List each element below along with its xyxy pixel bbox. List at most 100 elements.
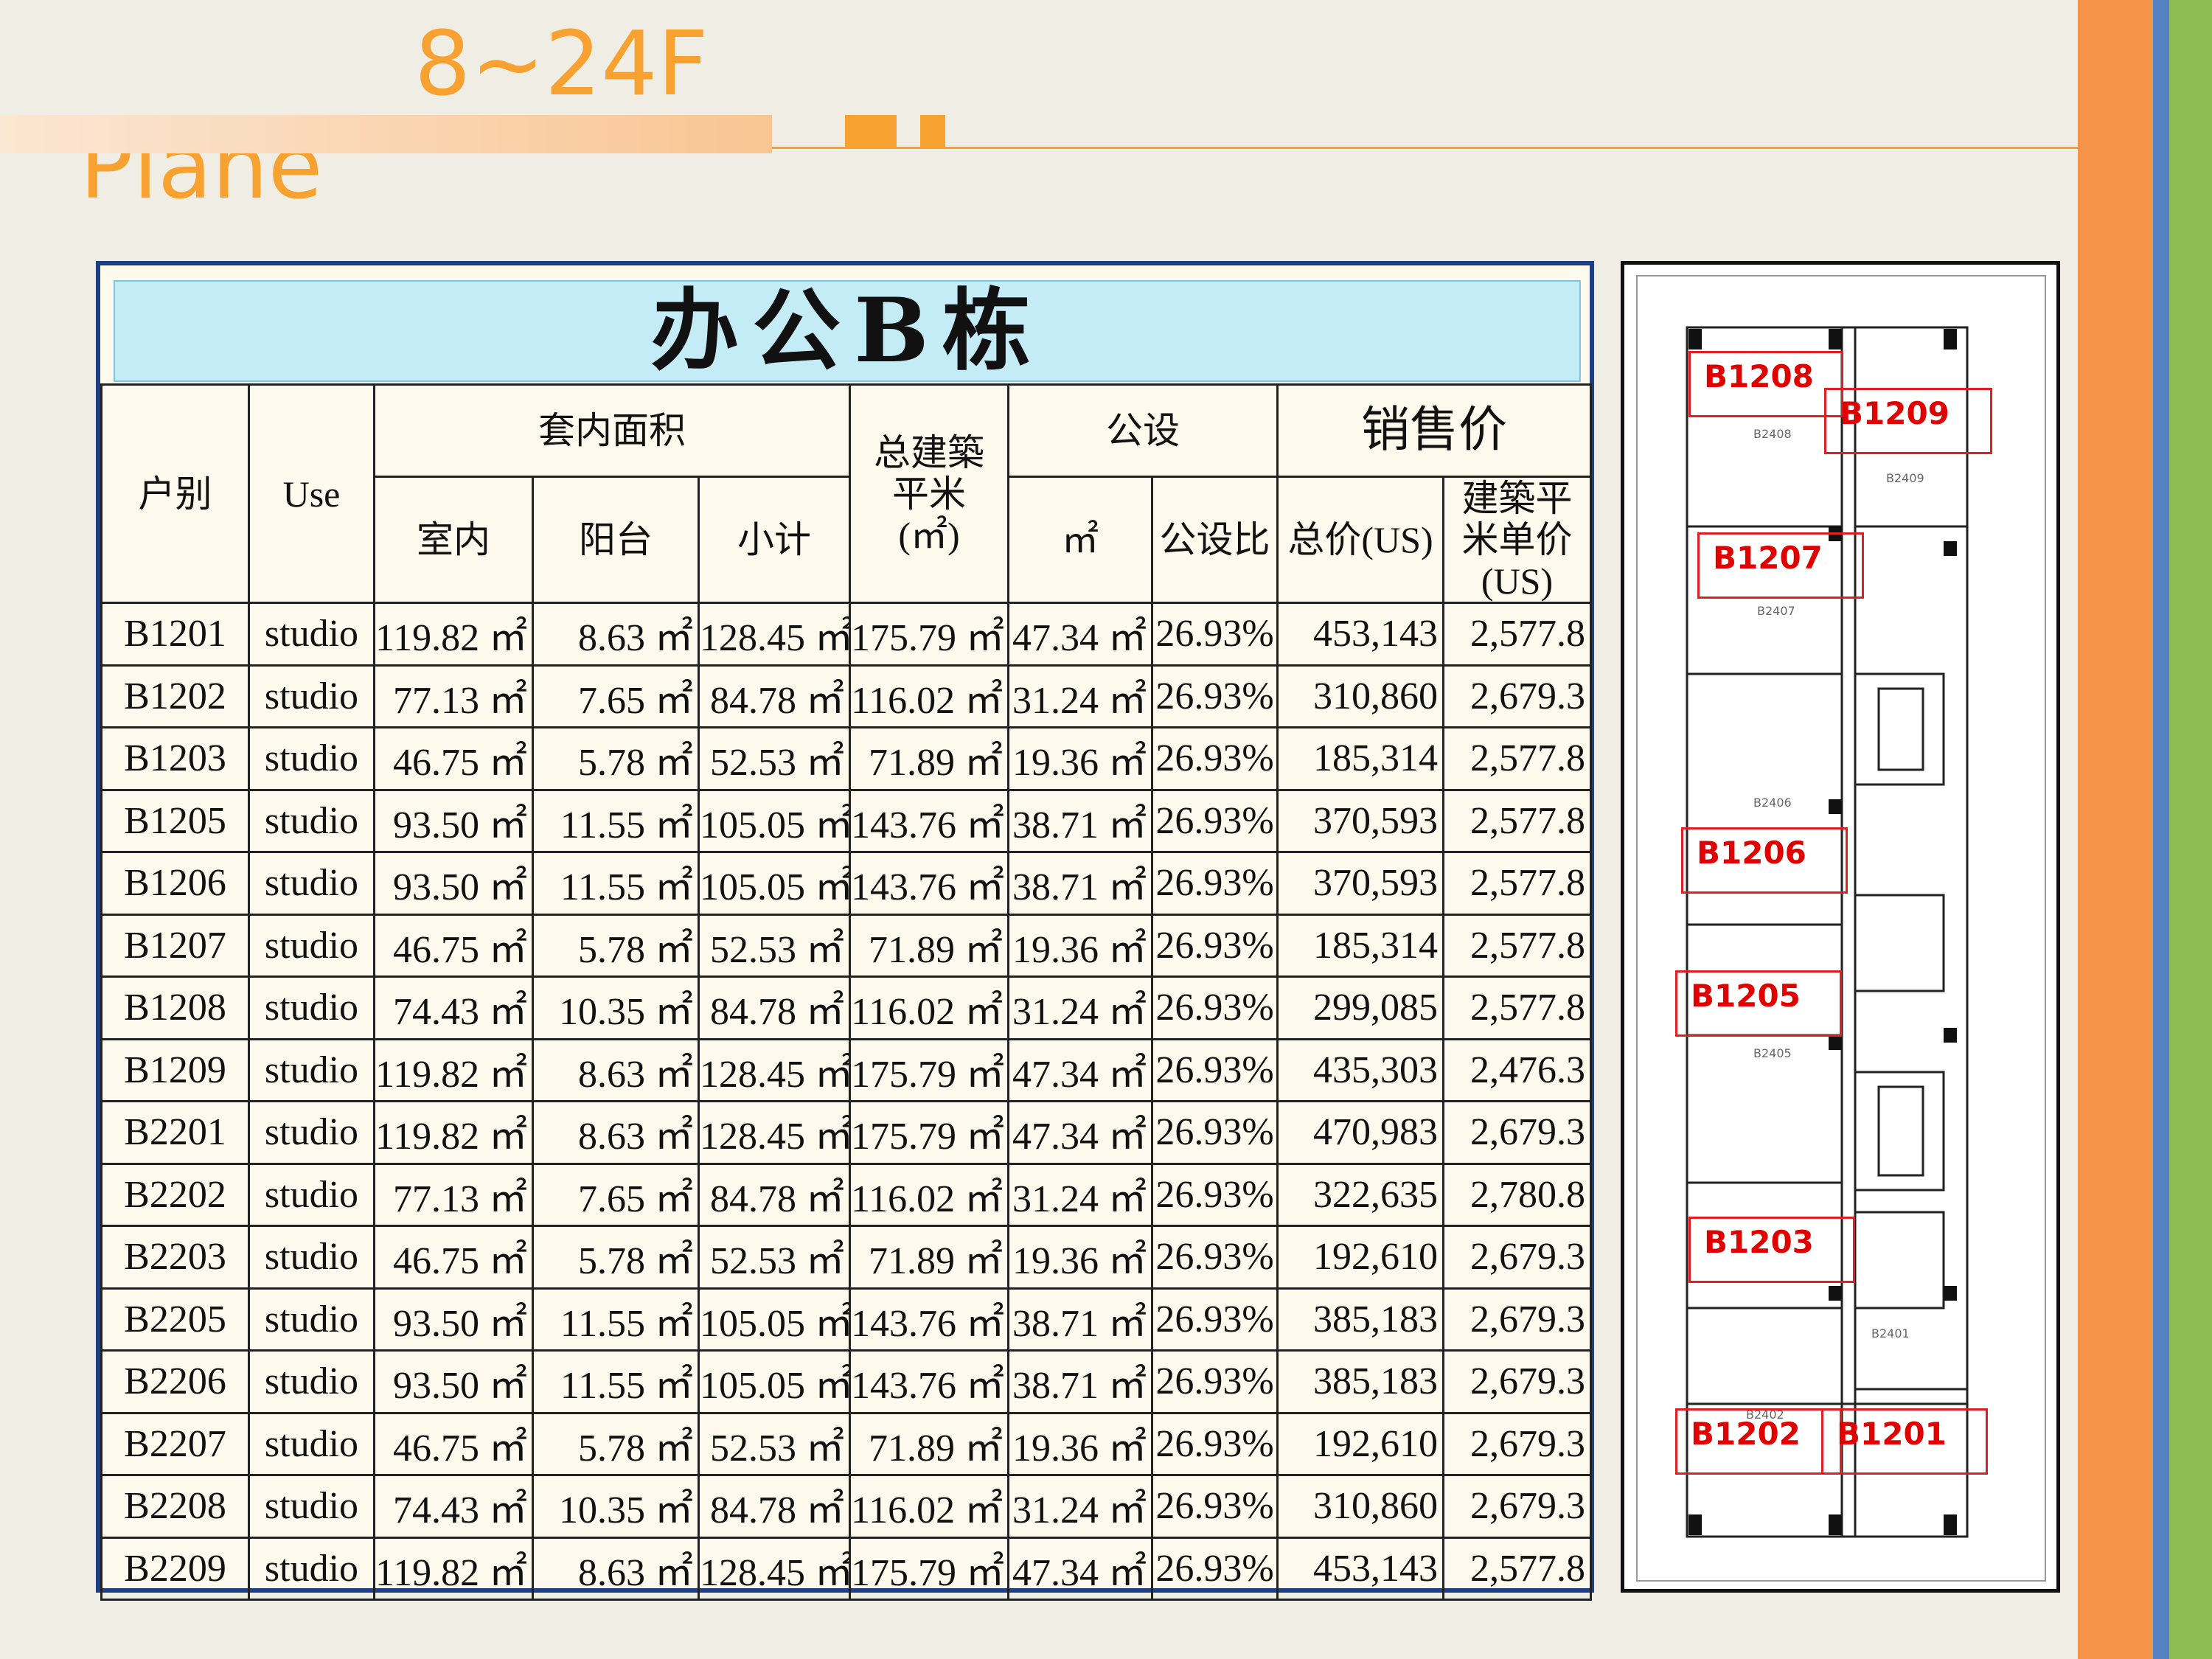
cell-gross: 116.02 ㎡ <box>849 1474 1010 1539</box>
cell-unit: B1203 <box>100 726 250 791</box>
decor-square <box>845 115 897 147</box>
cell-price: 2,679.3 <box>1442 1411 1593 1476</box>
cell-price: 2,476.3 <box>1442 1037 1593 1102</box>
cell-balcony: 5.78 ㎡ <box>532 1411 700 1476</box>
col-header-use: Use <box>248 383 375 604</box>
cell-price: 2,577.8 <box>1442 913 1593 978</box>
slide-title: Plane 8~24F <box>24 13 708 219</box>
cell-common: 19.36 ㎡ <box>1007 1411 1154 1476</box>
cell-gross: 143.76 ㎡ <box>849 788 1010 853</box>
cell-balcony: 8.63 ㎡ <box>532 1536 700 1601</box>
cell-total: 310,860 <box>1276 1474 1445 1539</box>
col-header-common-m2: ㎡ <box>1007 476 1154 604</box>
cell-use: studio <box>248 1349 375 1414</box>
cell-ratio: 26.93% <box>1151 851 1279 916</box>
floor-plan-drawing: B2408 B2409 B2407 B2406 B2405 B2401 B240… <box>1686 326 1969 1538</box>
col-header-unit: 户别 <box>100 383 250 604</box>
cell-balcony: 10.35 ㎡ <box>532 975 700 1040</box>
cell-use: studio <box>248 1411 375 1476</box>
cell-unit: B2201 <box>100 1100 250 1165</box>
cell-subtotal: 105.05 ㎡ <box>697 1287 852 1352</box>
cell-use: studio <box>248 975 375 1040</box>
cell-unit: B2203 <box>100 1225 250 1290</box>
cell-total: 385,183 <box>1276 1349 1445 1414</box>
cell-price: 2,679.3 <box>1442 1474 1593 1539</box>
cell-subtotal: 52.53 ㎡ <box>697 1411 852 1476</box>
cell-indoor: 77.13 ㎡ <box>373 1162 534 1227</box>
cell-unit: B2206 <box>100 1349 250 1414</box>
cell-price: 2,679.3 <box>1442 1225 1593 1290</box>
cell-common: 31.24 ㎡ <box>1007 1162 1154 1227</box>
cell-use: studio <box>248 1225 375 1290</box>
cell-ratio: 26.93% <box>1151 1536 1279 1601</box>
cell-use: studio <box>248 788 375 853</box>
cell-balcony: 7.65 ㎡ <box>532 664 700 728</box>
cell-subtotal: 128.45 ㎡ <box>697 1037 852 1102</box>
cell-balcony: 8.63 ㎡ <box>532 602 700 667</box>
svg-text:B2406: B2406 <box>1753 796 1792 810</box>
cell-common: 47.34 ㎡ <box>1007 1037 1154 1102</box>
col-header-gross-area: 总建築平米 (㎡) <box>849 383 1010 604</box>
cell-balcony: 11.55 ㎡ <box>532 851 700 916</box>
cell-unit: B2205 <box>100 1287 250 1352</box>
cell-unit: B2208 <box>100 1474 250 1539</box>
table-row: B1207 studio 46.75 ㎡ 5.78 ㎡ 52.53 ㎡ 71.89 ㎡ 19… <box>100 913 1593 978</box>
plan-label-b1206: B1206 <box>1681 827 1848 894</box>
cell-indoor: 74.43 ㎡ <box>373 1474 534 1539</box>
table-row: B2206 studio 93.50 ㎡ 11.55 ㎡ 105.05 ㎡ 143.76 … <box>100 1349 1593 1414</box>
cell-subtotal: 84.78 ㎡ <box>697 1162 852 1227</box>
cell-use: studio <box>248 913 375 978</box>
table-row: B1202 studio 77.13 ㎡ 7.65 ㎡ 84.78 ㎡ 116.02 ㎡ 3… <box>100 664 1593 728</box>
cell-common: 38.71 ㎡ <box>1007 851 1154 916</box>
table-row: B2209 studio 119.82 ㎡ 8.63 ㎡ 128.45 ㎡ 175.79 … <box>100 1536 1593 1601</box>
price-table-panel: 办公B栋 户别 Use 套内面积 总建築平米 (㎡) 公设 销售价 室内 阳台 … <box>96 261 1594 1601</box>
cell-indoor: 93.50 ㎡ <box>373 1349 534 1414</box>
plan-label-b1201: B1201 <box>1821 1408 1988 1475</box>
cell-ratio: 26.93% <box>1151 1225 1279 1290</box>
cell-use: studio <box>248 726 375 791</box>
cell-common: 47.34 ㎡ <box>1007 1100 1154 1165</box>
plan-label-b1203: B1203 <box>1688 1217 1855 1283</box>
col-header-total-price: 总价(US) <box>1276 476 1445 604</box>
cell-unit: B2207 <box>100 1411 250 1476</box>
col-header-unit-price: 建築平米单价(US) <box>1442 476 1593 604</box>
cell-use: studio <box>248 1474 375 1539</box>
cell-indoor: 119.82 ㎡ <box>373 1536 534 1601</box>
cell-indoor: 74.43 ㎡ <box>373 975 534 1040</box>
cell-indoor: 119.82 ㎡ <box>373 1037 534 1102</box>
cell-use: studio <box>248 664 375 728</box>
col-header-common: 公设 <box>1007 383 1279 478</box>
cell-indoor: 46.75 ㎡ <box>373 913 534 978</box>
cell-unit: B1208 <box>100 975 250 1040</box>
cell-use: studio <box>248 1287 375 1352</box>
cell-subtotal: 128.45 ㎡ <box>697 1100 852 1165</box>
cell-subtotal: 84.78 ㎡ <box>697 975 852 1040</box>
cell-total: 453,143 <box>1276 602 1445 667</box>
cell-ratio: 26.93% <box>1151 1411 1279 1476</box>
cell-ratio: 26.93% <box>1151 726 1279 791</box>
decor-square <box>920 115 945 147</box>
cell-balcony: 5.78 ㎡ <box>532 726 700 791</box>
svg-text:B2401: B2401 <box>1871 1326 1910 1340</box>
cell-price: 2,679.3 <box>1442 1349 1593 1414</box>
cell-price: 2,577.8 <box>1442 975 1593 1040</box>
cell-subtotal: 128.45 ㎡ <box>697 602 852 667</box>
cell-gross: 116.02 ㎡ <box>849 664 1010 728</box>
cell-total: 385,183 <box>1276 1287 1445 1352</box>
cell-balcony: 8.63 ㎡ <box>532 1100 700 1165</box>
cell-indoor: 46.75 ㎡ <box>373 726 534 791</box>
cell-use: studio <box>248 602 375 667</box>
svg-text:B2405: B2405 <box>1753 1046 1792 1060</box>
cell-balcony: 7.65 ㎡ <box>532 1162 700 1227</box>
cell-unit: B2209 <box>100 1536 250 1601</box>
cell-common: 47.34 ㎡ <box>1007 1536 1154 1601</box>
cell-balcony: 8.63 ㎡ <box>532 1037 700 1102</box>
cell-gross: 143.76 ㎡ <box>849 1349 1010 1414</box>
title-rule <box>772 147 2078 149</box>
cell-ratio: 26.93% <box>1151 1162 1279 1227</box>
cell-price: 2,577.8 <box>1442 851 1593 916</box>
cell-total: 310,860 <box>1276 664 1445 728</box>
floor-range: 8~24F <box>414 13 709 116</box>
cell-price: 2,679.3 <box>1442 1287 1593 1352</box>
table-title: 办公B栋 <box>114 280 1581 382</box>
